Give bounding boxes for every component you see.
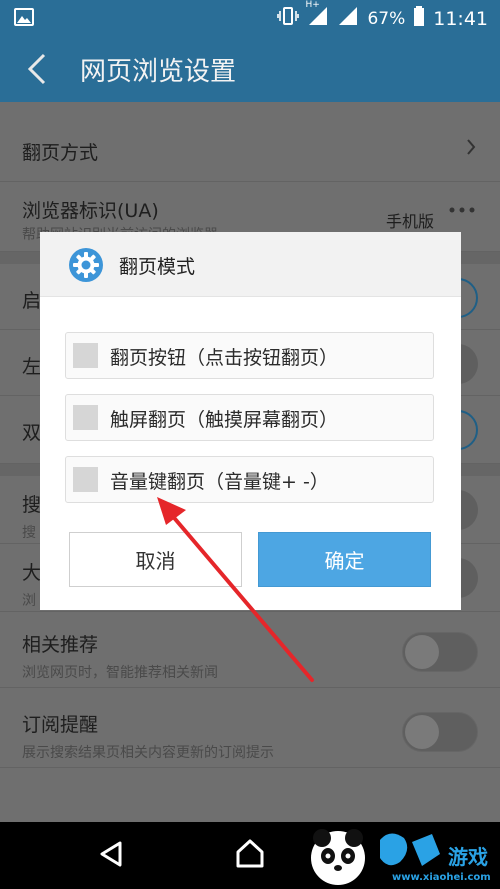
battery-icon — [413, 6, 425, 31]
nav-back-icon[interactable] — [98, 840, 124, 872]
chevron-right-icon — [466, 138, 476, 160]
option-page-button[interactable]: 翻页按钮（点击按钮翻页） — [65, 332, 434, 379]
setting-title: 浏览器标识(UA) — [22, 200, 159, 222]
checkbox[interactable] — [73, 467, 98, 492]
setting-related[interactable]: 相关推荐 浏览网页时，智能推荐相关新闻 — [0, 612, 500, 688]
checkbox[interactable] — [73, 343, 98, 368]
setting-subtitle: 浏 — [22, 593, 36, 609]
setting-title: 双 — [22, 422, 42, 444]
dialog-title: 翻页模式 — [119, 256, 196, 278]
watermark-url: www.xiaohei.com — [392, 872, 491, 883]
confirm-button[interactable]: 确定 — [258, 532, 431, 587]
network-type-label: H+ — [305, 0, 320, 10]
setting-value: 手机版 — [385, 212, 434, 231]
image-notification-icon — [14, 8, 34, 30]
setting-title: 相关推荐 — [22, 634, 99, 656]
battery-percent: 67% — [367, 8, 406, 29]
setting-title: 左 — [22, 356, 42, 378]
nav-home-icon[interactable] — [234, 837, 266, 873]
setting-title: 翻页方式 — [22, 142, 99, 164]
setting-title: 大 — [22, 562, 42, 584]
toggle-switch[interactable] — [402, 712, 478, 752]
option-label: 音量键翻页（音量键+ -） — [110, 471, 329, 493]
status-bar: H+ 67% 11:41 — [0, 0, 500, 36]
option-label: 触屏翻页（触摸屏幕翻页） — [110, 409, 339, 431]
more-icon[interactable] — [448, 200, 476, 224]
page-title: 网页浏览设置 — [80, 57, 237, 87]
setting-subtitle: 展示搜索结果页相关内容更新的订阅提示 — [22, 745, 274, 761]
setting-page-turn-mode[interactable]: 翻页方式 — [0, 118, 500, 182]
vibrate-icon — [277, 6, 300, 31]
setting-title: 搜 — [22, 494, 42, 516]
setting-title: 订阅提醒 — [22, 714, 99, 736]
setting-subscribe[interactable]: 订阅提醒 展示搜索结果页相关内容更新的订阅提示 — [0, 688, 500, 768]
page-turn-mode-dialog: 翻页模式 翻页按钮（点击按钮翻页） 触屏翻页（触摸屏幕翻页） 音量键翻页（音量键… — [40, 232, 461, 610]
signal-icon-2 — [337, 6, 359, 31]
setting-title: 启 — [22, 290, 42, 312]
dialog-header: 翻页模式 — [40, 232, 461, 297]
checkbox[interactable] — [73, 405, 98, 430]
gear-icon — [68, 247, 104, 283]
clock: 11:41 — [433, 7, 488, 30]
app-bar: 网页浏览设置 — [0, 36, 500, 102]
svg-text:游戏: 游戏 — [448, 845, 488, 869]
back-arrow-icon[interactable] — [26, 52, 48, 90]
toggle-switch[interactable] — [402, 632, 478, 672]
setting-subtitle: 搜 — [22, 525, 36, 541]
option-touch-screen[interactable]: 触屏翻页（触摸屏幕翻页） — [65, 394, 434, 441]
setting-subtitle: 浏览网页时，智能推荐相关新闻 — [22, 665, 218, 681]
signal-icon: H+ — [305, 0, 329, 31]
option-label: 翻页按钮（点击按钮翻页） — [110, 347, 339, 369]
option-volume-key[interactable]: 音量键翻页（音量键+ -） — [65, 456, 434, 503]
cancel-button[interactable]: 取消 — [69, 532, 242, 587]
